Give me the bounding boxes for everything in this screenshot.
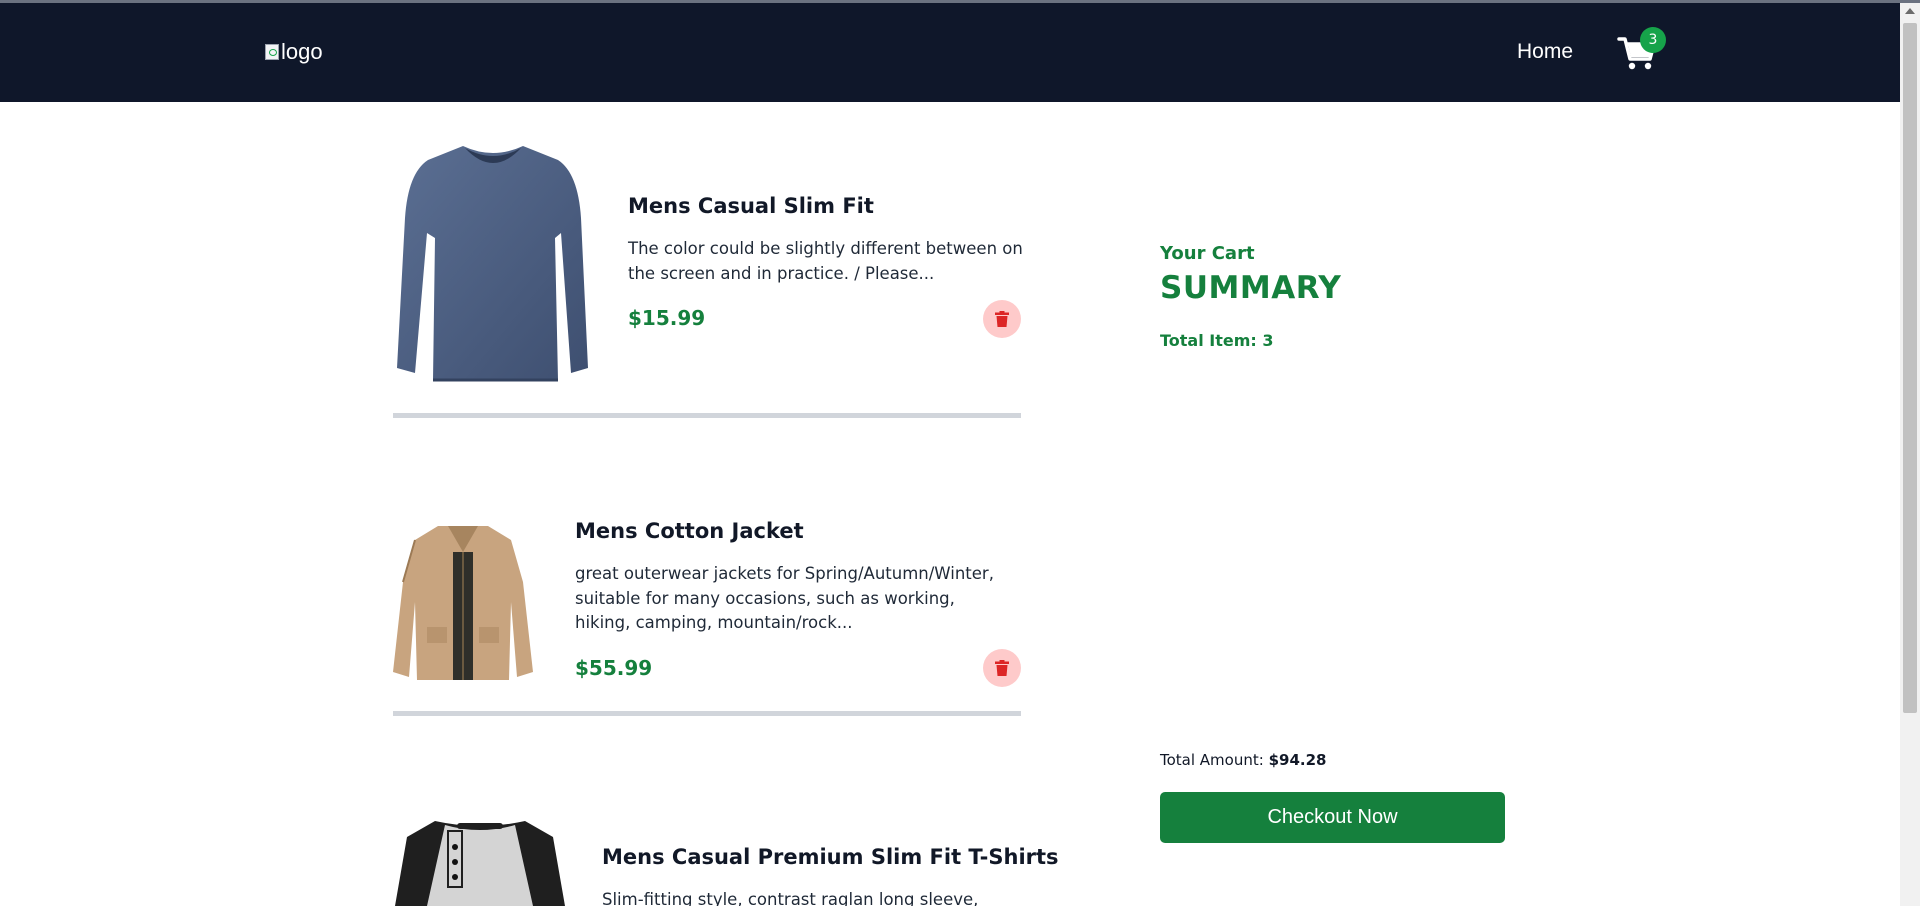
cart-count-badge: 3: [1640, 27, 1666, 53]
cart-summary: Your Cart SUMMARY Total Item: 3 Total Am…: [1160, 102, 1506, 906]
item-title: Mens Casual Slim Fit: [628, 194, 874, 218]
navbar: logo Home 3: [0, 3, 1900, 102]
logo[interactable]: logo: [265, 39, 323, 65]
total-amount-value: $94.28: [1268, 751, 1327, 769]
product-image-raglan-shirt[interactable]: [395, 817, 565, 906]
trash-icon: [995, 311, 1009, 327]
broken-image-icon: [265, 44, 279, 60]
summary-title: SUMMARY: [1160, 270, 1342, 306]
scrollbar-thumb[interactable]: [1903, 23, 1917, 713]
item-price: $55.99: [575, 656, 653, 680]
nav-home-link[interactable]: Home: [1517, 40, 1573, 64]
item-title: Mens Casual Premium Slim Fit T-Shirts: [602, 845, 1059, 869]
vertical-scrollbar[interactable]: [1900, 3, 1920, 906]
scroll-up-icon[interactable]: [1905, 8, 1915, 14]
item-description: great outerwear jackets for Spring/Autum…: [575, 564, 994, 632]
product-image-blue-shirt[interactable]: [393, 138, 593, 388]
item-price: $15.99: [628, 306, 706, 330]
trash-icon: [995, 660, 1009, 676]
delete-item-button[interactable]: [983, 649, 1021, 687]
item-divider: [393, 711, 1021, 716]
item-description: The color could be slightly different be…: [628, 239, 1023, 283]
product-image-tan-jacket[interactable]: [393, 522, 533, 682]
item-divider: [393, 413, 1021, 418]
summary-subtitle: Your Cart: [1160, 243, 1255, 264]
logo-alt-text: logo: [281, 39, 323, 64]
total-amount-label: Total Amount:: [1160, 751, 1269, 769]
item-title: Mens Cotton Jacket: [575, 519, 804, 543]
delete-item-button[interactable]: [983, 300, 1021, 338]
checkout-button[interactable]: Checkout Now: [1160, 792, 1505, 843]
total-amount: Total Amount: $94.28: [1160, 751, 1326, 769]
item-description: Slim-fitting style, contrast raglan long…: [602, 890, 979, 906]
total-items-text: Total Item: 3: [1160, 331, 1274, 350]
